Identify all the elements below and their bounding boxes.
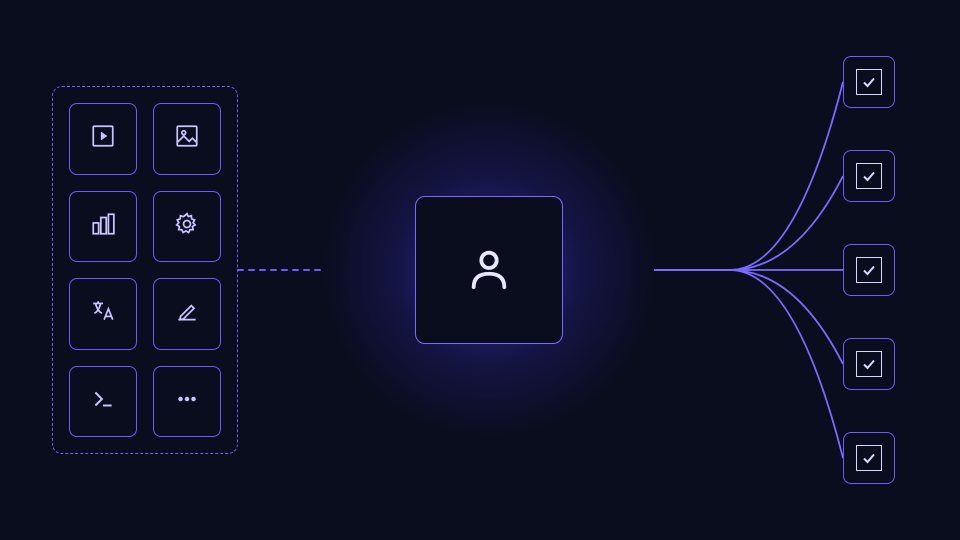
center-box	[415, 196, 563, 344]
output-check-1	[843, 56, 895, 108]
tool-terminal	[69, 366, 137, 438]
edit-icon	[174, 298, 200, 329]
checkbox-icon	[856, 69, 882, 95]
tool-translate	[69, 278, 137, 350]
output-check-3	[843, 244, 895, 296]
tool-play	[69, 103, 137, 175]
more-icon	[174, 386, 200, 417]
output-check-5	[843, 432, 895, 484]
terminal-icon	[90, 386, 116, 417]
tool-more	[153, 366, 221, 438]
chart-icon	[90, 211, 116, 242]
checkbox-icon	[856, 163, 882, 189]
checkbox-icon	[856, 257, 882, 283]
center-panel	[324, 105, 654, 435]
tool-image	[153, 103, 221, 175]
tool-chart	[69, 191, 137, 263]
tools-panel	[52, 86, 238, 454]
checkbox-icon	[856, 445, 882, 471]
tool-edit	[153, 278, 221, 350]
output-check-2	[843, 150, 895, 202]
image-icon	[174, 123, 200, 154]
play-icon	[90, 123, 116, 154]
translate-icon	[90, 298, 116, 329]
output-check-4	[843, 338, 895, 390]
person-icon	[466, 245, 512, 296]
checkbox-icon	[856, 351, 882, 377]
tool-gear	[153, 191, 221, 263]
gear-icon	[174, 211, 200, 242]
